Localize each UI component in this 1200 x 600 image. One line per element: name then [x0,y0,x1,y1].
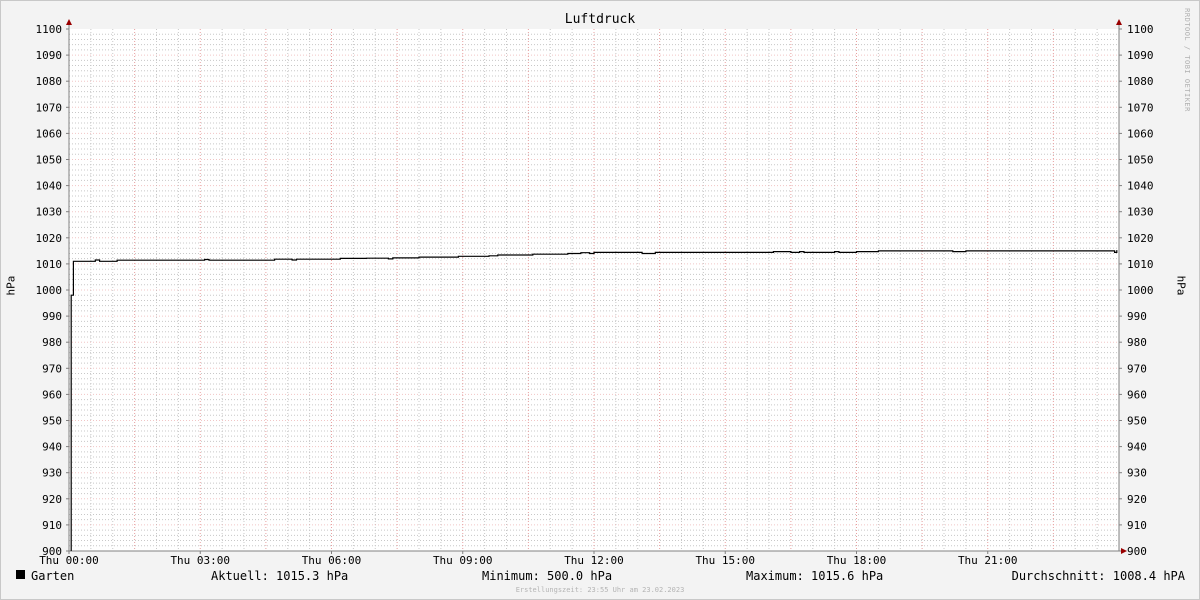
x-tick-label: Thu 15:00 [695,554,755,567]
x-tick-label: Thu 03:00 [170,554,230,567]
y-tick-label-right: 920 [1127,493,1147,506]
y-tick-label-left: 950 [42,415,62,428]
y-tick-label-right: 1060 [1127,127,1154,140]
y-tick-label-left: 1050 [36,154,63,167]
x-tick-label: Thu 12:00 [564,554,624,567]
y-tick-label-right: 1030 [1127,206,1154,219]
y-tick-label-right: 970 [1127,362,1147,375]
y-tick-label-left: 990 [42,310,62,323]
y-tick-label-right: 910 [1127,519,1147,532]
y-tick-label-left: 1010 [36,258,63,271]
y-tick-label-right: 980 [1127,336,1147,349]
chart-title: Luftdruck [564,12,636,27]
y-tick-label-right: 900 [1127,545,1147,558]
y-tick-label-left: 1020 [36,232,63,245]
y-tick-label-right: 940 [1127,441,1147,454]
y-tick-label-left: 940 [42,441,62,454]
y-axis-label-left: hPa [4,275,18,296]
stat-minimum: Minimum: 500.0 hPa [482,569,613,583]
y-tick-label-right: 1090 [1127,49,1154,62]
chart-canvas: 900 900910 910920 920930 930940 940950 950960 9… [36,19,1154,567]
y-tick-label-right: 1020 [1127,232,1154,245]
x-tick-label: Thu 06:00 [302,554,362,567]
y-tick-label-left: 930 [42,467,62,480]
y-tick-label-right: 990 [1127,310,1147,323]
y-tick-label-left: 980 [42,336,62,349]
y-tick-label-right: 950 [1127,415,1147,428]
footer-timestamp: Erstellungszeit: 23:55 Uhr am 23.02.2023 [515,586,685,594]
stat-current: Aktuell: 1015.3 hPa [211,569,349,583]
y-axis-label-right: hPa [1174,275,1188,296]
y-tick-label-right: 1000 [1127,284,1154,297]
legend-swatch [16,570,25,579]
y-tick-label-left: 910 [42,519,62,532]
x-tick-label: Thu 00:00 [39,554,99,567]
y-tick-label-left: 1030 [36,206,63,219]
y-tick-label-right: 960 [1127,388,1147,401]
y-tick-label-right: 1070 [1127,101,1154,114]
x-tick-label: Thu 21:00 [958,554,1018,567]
y-tick-label-right: 1050 [1127,154,1154,167]
y-tick-label-right: 930 [1127,467,1147,480]
stat-average: Durchschnitt: 1008.4 hPA [1011,569,1185,583]
y-tick-label-right: 1010 [1127,258,1154,271]
y-tick-label-left: 920 [42,493,62,506]
y-tick-label-left: 1000 [36,284,63,297]
y-tick-label-left: 1080 [36,75,63,88]
chart-window: 900 900 910 910 920 920 930 930 940 940 950 950 960 9… [0,0,1200,600]
y-tick-label-left: 1070 [36,101,63,114]
y-tick-label-left: 1040 [36,180,63,193]
y-tick-label-right: 1040 [1127,180,1154,193]
rrdtool-watermark: RRDTOOL / TOBI OETIKER [1183,8,1191,112]
x-tick-label: Thu 09:00 [433,554,493,567]
x-tick-label: Thu 18:00 [827,554,887,567]
legend-series-label: Garten [31,569,75,583]
y-tick-label-left: 970 [42,362,62,375]
y-tick-label-right: 1080 [1127,75,1154,88]
y-tick-label-left: 1060 [36,127,63,140]
y-tick-label-left: 960 [42,388,62,401]
stat-maximum: Maximum: 1015.6 hPa [746,569,884,583]
legend: Garten Aktuell: 1015.3 hPa Minimum: 500.… [15,569,1185,585]
y-tick-label-left: 1090 [36,49,63,62]
